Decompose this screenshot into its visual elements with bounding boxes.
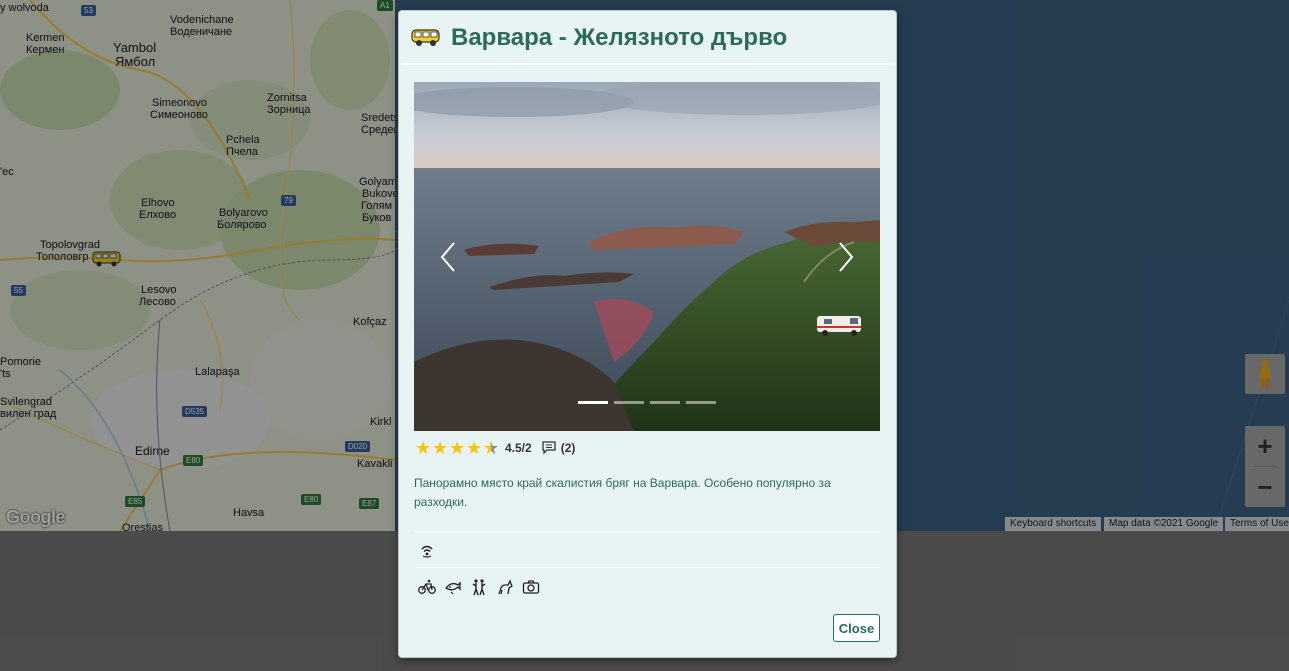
half-star-icon: ★ bbox=[483, 438, 500, 458]
close-button[interactable]: Close bbox=[833, 614, 880, 642]
carousel-prev-icon[interactable] bbox=[434, 237, 464, 277]
wifi-icon bbox=[421, 545, 433, 558]
carousel-indicator[interactable] bbox=[650, 401, 680, 404]
carousel-next-icon[interactable] bbox=[830, 237, 860, 277]
photo-carousel[interactable] bbox=[414, 82, 880, 431]
amenities-row bbox=[418, 542, 436, 560]
carousel-indicator[interactable] bbox=[614, 401, 644, 404]
camper-van-icon bbox=[411, 29, 440, 46]
rating-value: 4.5/2 bbox=[505, 441, 532, 455]
star-icon: ★ bbox=[415, 438, 432, 458]
modal-title: Варвара - Желязното дърво bbox=[451, 24, 788, 51]
comment-icon[interactable] bbox=[542, 441, 556, 455]
fishing-icon bbox=[445, 581, 461, 595]
carousel-indicator[interactable] bbox=[578, 401, 608, 404]
comment-count[interactable]: (2) bbox=[561, 441, 576, 455]
place-description: Панорамно място край скалистия бряг на В… bbox=[414, 476, 831, 509]
carousel-indicator[interactable] bbox=[686, 401, 716, 404]
star-icon: ★ bbox=[432, 438, 449, 458]
star-icon: ★ bbox=[449, 438, 466, 458]
activities-row bbox=[418, 578, 540, 596]
rating-row: ★ ★ ★ ★ ★ 4.5/2 (2) bbox=[415, 439, 575, 457]
cycling-icon bbox=[418, 579, 436, 594]
star-icon: ★ bbox=[466, 438, 483, 458]
camera-icon bbox=[522, 580, 540, 594]
modal-header: Варвара - Желязното дърво bbox=[401, 13, 894, 65]
divider bbox=[414, 567, 880, 568]
divider bbox=[414, 531, 880, 532]
place-modal: Варвара - Желязното дърво ★ ★ ★ ★ ★ 4.5/… bbox=[398, 10, 897, 658]
carousel-photo bbox=[414, 82, 880, 431]
hiking-icon bbox=[472, 579, 486, 596]
star-rating: ★ ★ ★ ★ ★ bbox=[415, 439, 500, 457]
pets-icon bbox=[498, 579, 513, 595]
carousel-indicators bbox=[578, 401, 716, 404]
